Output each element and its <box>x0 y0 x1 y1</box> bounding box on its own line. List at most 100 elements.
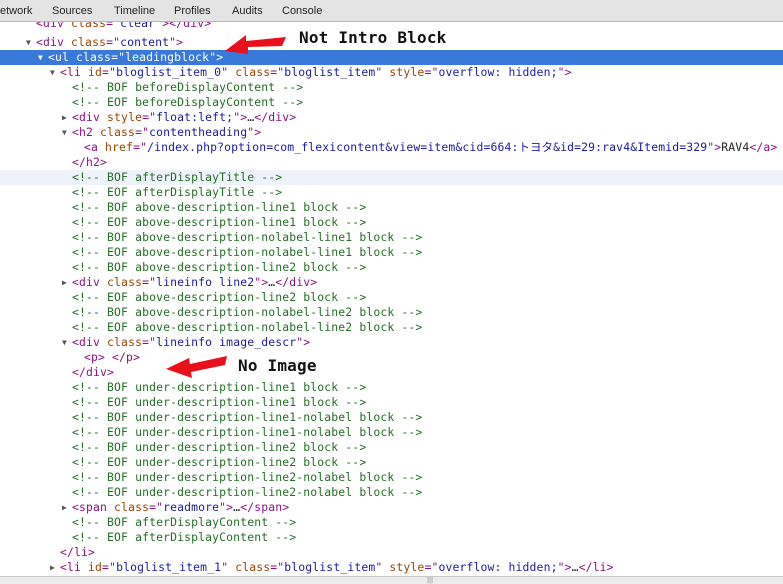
dom-node-code: <!-- BOF under-description-line1 block -… <box>72 380 366 395</box>
code-token: "> <box>233 110 248 124</box>
collapse-triangle-icon[interactable]: ▼ <box>62 125 67 140</box>
dom-node-code: <div class="clear"></div> <box>36 22 211 31</box>
dom-node-code: <!-- BOF under-description-line2-nolabel… <box>72 470 422 485</box>
code-token: <span <box>72 500 115 514</box>
code-token: <div <box>72 110 108 124</box>
dom-node-code: <!-- EOF above-description-line2 block -… <box>72 290 366 305</box>
dom-node-line[interactable]: <p> </p> <box>0 350 783 365</box>
dom-node-line[interactable]: ▼ <li id="bloglist_item_0" class="bloglis… <box>0 65 783 80</box>
dom-node-line[interactable]: <!-- BOF under-description-line1-nolabel… <box>0 410 783 425</box>
expand-triangle-icon[interactable]: ▶ <box>50 560 55 575</box>
tab-profiles[interactable]: Profiles <box>174 5 211 17</box>
code-token: <div <box>36 35 72 49</box>
code-token: "> <box>169 35 184 49</box>
expand-triangle-icon[interactable]: ▶ <box>62 110 67 125</box>
collapse-triangle-icon[interactable]: ▼ <box>38 50 43 65</box>
dom-node-line[interactable]: <!-- EOF afterDisplayContent --> <box>0 530 783 545</box>
dom-node-line[interactable]: <!-- EOF under-description-line2 block -… <box>0 455 783 470</box>
code-token: </div> <box>275 275 318 289</box>
dom-node-line[interactable]: ▶ <div style="float:left;">…</div> <box>0 110 783 125</box>
tab-sources[interactable]: Sources <box>52 5 92 17</box>
dom-node-line[interactable]: </div> <box>0 365 783 380</box>
html-comment-text: <!-- EOF above-description-nolabel-line2… <box>72 320 423 334</box>
dom-node-code: <ul class="leadingblock"> <box>48 50 223 65</box>
code-token: <ul <box>48 50 77 64</box>
dom-node-code: <li id="bloglist_item_0" class="bloglist… <box>60 65 572 80</box>
elements-dom-tree[interactable]: <div class="clear"></div> ▼ <div class="co… <box>0 22 783 576</box>
collapse-triangle-icon[interactable]: ▼ <box>50 65 55 80</box>
code-token: RAV4 <box>721 140 750 154</box>
dom-node-line[interactable]: <!-- EOF afterDisplayTitle --> <box>0 185 783 200</box>
dom-node-code: <div class="lineinfo image_descr"> <box>72 335 310 350</box>
code-token: "> <box>557 560 572 574</box>
code-token: class <box>114 500 150 514</box>
dom-node-line[interactable]: <!-- BOF under-description-line1 block -… <box>0 380 783 395</box>
no-image-arrow-icon <box>166 356 227 378</box>
dom-node-line[interactable]: <!-- EOF above-description-nolabel-line2… <box>0 320 783 335</box>
collapse-triangle-icon[interactable]: ▼ <box>26 35 31 50</box>
code-token: class <box>235 65 271 79</box>
code-token: "> <box>296 335 311 349</box>
code-token: " <box>221 560 236 574</box>
collapse-triangle-icon[interactable]: ▼ <box>62 335 67 350</box>
html-comment-text: <!-- EOF above-description-line1 block -… <box>72 215 367 229</box>
code-token: style <box>107 110 143 124</box>
code-token: =" <box>102 560 117 574</box>
dom-node-line[interactable]: <!-- BOF above-description-nolabel-line2… <box>0 305 783 320</box>
dom-node-selected[interactable]: ▼ <ul class="leadingblock"> <box>0 50 783 65</box>
dom-node-line[interactable]: <!-- BOF under-description-line2-nolabel… <box>0 470 783 485</box>
dom-node-line[interactable]: <!-- BOF above-description-line1 block -… <box>0 200 783 215</box>
dom-node-line[interactable]: ▶ <div class="lineinfo line2">…</div> <box>0 275 783 290</box>
tab-audits[interactable]: Audits <box>232 5 263 17</box>
html-comment-text: <!-- BOF afterDisplayContent --> <box>72 515 297 529</box>
dom-node-line[interactable]: ▶ <span class="readmore">…</span> <box>0 500 783 515</box>
dom-node-line[interactable]: <!-- BOF afterDisplayTitle --> <box>0 170 783 185</box>
dom-node-line[interactable]: <!-- BOF above-description-nolabel-line1… <box>0 230 783 245</box>
dom-node-line[interactable]: </h2> <box>0 155 783 170</box>
dom-node-line[interactable]: </li> <box>0 545 783 560</box>
dom-node-code: <!-- EOF under-description-line2-nolabel… <box>72 485 422 500</box>
dom-node-line[interactable]: <a href="/index.php?option=com_flexicont… <box>0 140 783 155</box>
code-token: bloglist_item <box>284 560 376 574</box>
dom-node-code: <!-- BOF above-description-line1 block -… <box>72 200 366 215</box>
dom-node-line[interactable]: ▼ <h2 class="contentheading"> <box>0 125 783 140</box>
dom-node-line[interactable]: <!-- EOF above-description-line2 block -… <box>0 290 783 305</box>
tab-network[interactable]: etwork <box>0 5 32 17</box>
code-token: … <box>571 560 579 574</box>
scrollbar-grip-icon[interactable]: ||| <box>427 578 433 584</box>
html-comment-text: <!-- BOF afterDisplayTitle --> <box>72 170 283 184</box>
code-token: =" <box>106 22 121 30</box>
dom-node-line[interactable]: <!-- EOF beforeDisplayContent --> <box>0 95 783 110</box>
code-token: <p> <box>84 350 106 364</box>
dom-node-line[interactable]: <!-- BOF under-description-line2 block -… <box>0 440 783 455</box>
dom-node-line[interactable]: <!-- BOF beforeDisplayContent --> <box>0 80 783 95</box>
html-comment-text: <!-- EOF afterDisplayContent --> <box>72 530 297 544</box>
html-comment-text: <!-- EOF beforeDisplayContent --> <box>72 95 304 109</box>
tab-timeline[interactable]: Timeline <box>114 5 155 17</box>
tab-console[interactable]: Console <box>282 5 322 17</box>
dom-node-code: <!-- EOF above-description-line1 block -… <box>72 215 366 230</box>
code-token: <div <box>36 22 72 30</box>
code-token: float:left; <box>156 110 234 124</box>
dom-node-line[interactable]: ▼ <div class="lineinfo image_descr"> <box>0 335 783 350</box>
html-comment-text: <!-- BOF above-description-line1 block -… <box>72 200 367 214</box>
code-token: =" <box>102 65 117 79</box>
horizontal-scrollbar[interactable]: ||| <box>0 576 783 584</box>
dom-node-line[interactable]: <!-- EOF above-description-line1 block -… <box>0 215 783 230</box>
dom-node-line[interactable]: <!-- EOF above-description-nolabel-line1… <box>0 245 783 260</box>
code-token: =" <box>424 65 439 79</box>
code-token: content <box>120 35 170 49</box>
code-token: class <box>71 35 107 49</box>
dom-node-line[interactable]: <!-- EOF under-description-line1-nolabel… <box>0 425 783 440</box>
dom-node-line[interactable]: <!-- EOF under-description-line2-nolabel… <box>0 485 783 500</box>
dom-node-line[interactable]: <!-- EOF under-description-line1 block -… <box>0 395 783 410</box>
expand-triangle-icon[interactable]: ▶ <box>62 500 67 515</box>
html-comment-text: <!-- EOF under-description-line2-nolabel… <box>72 485 423 499</box>
dom-node-line[interactable]: <!-- BOF above-description-line2 block -… <box>0 260 783 275</box>
dom-node-code: <span class="readmore">…</span> <box>72 500 289 515</box>
dom-node-line[interactable]: ▶ <li id="bloglist_item_1" class="bloglis… <box>0 560 783 575</box>
code-token: <h2 <box>72 125 101 139</box>
dom-node-line[interactable]: <!-- BOF afterDisplayContent --> <box>0 515 783 530</box>
expand-triangle-icon[interactable]: ▶ <box>62 275 67 290</box>
code-token: </span> <box>240 500 290 514</box>
